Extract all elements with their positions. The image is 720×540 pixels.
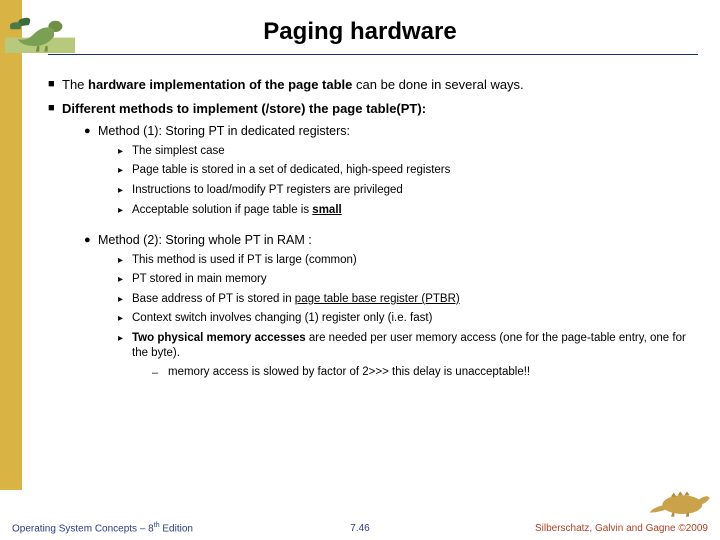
bullet-level1: ■ The hardware implementation of the pag…: [48, 76, 696, 94]
text-bold: Two physical memory accesses: [132, 332, 306, 344]
disc-bullet-icon: ●: [84, 232, 98, 249]
triangle-bullet-icon: ▸: [118, 203, 132, 219]
bullet-text: Method (2): Storing whole PT in RAM :: [98, 232, 696, 249]
title-underline: [48, 54, 698, 55]
bullet-text: Base address of PT is stored in page tab…: [132, 292, 696, 308]
footer-page-number: 7.46: [350, 523, 369, 534]
disc-bullet-icon: ●: [84, 123, 98, 140]
footer-left-post: Edition: [160, 523, 193, 534]
left-accent-band: [0, 0, 22, 490]
bullet-text: Page table is stored in a set of dedicat…: [132, 163, 696, 179]
bullet-text: PT stored in main memory: [132, 272, 696, 288]
bullet-text: The simplest case: [132, 144, 696, 160]
bullet-text: The hardware implementation of the page …: [62, 76, 696, 94]
slide-title: Paging hardware: [80, 18, 720, 46]
text-run: can be done in several ways.: [352, 77, 523, 92]
footer-left-pre: Operating System Concepts – 8: [12, 523, 154, 534]
bullet-text: Two physical memory accesses are needed …: [132, 331, 696, 362]
footer: Operating System Concepts – 8th Edition …: [0, 500, 720, 540]
dash-bullet-icon: –: [152, 365, 168, 382]
text-run: Acceptable solution if page table is: [132, 204, 312, 216]
bullet-level3: ▸ Instructions to load/modify PT registe…: [118, 183, 696, 199]
triangle-bullet-icon: ▸: [118, 144, 132, 160]
bullet-level1: ■ Different methods to implement (/store…: [48, 100, 696, 118]
bullet-level3: ▸ PT stored in main memory: [118, 272, 696, 288]
bullet-level4: – memory access is slowed by factor of 2…: [152, 365, 696, 382]
bullet-text: Acceptable solution if page table is sma…: [132, 203, 696, 219]
title-row: Paging hardware: [0, 6, 720, 58]
content-area: ■ The hardware implementation of the pag…: [48, 70, 696, 492]
bullet-text: Instructions to load/modify PT registers…: [132, 183, 696, 199]
dinosaur-left-icon: [0, 8, 80, 56]
bullet-level3: ▸ The simplest case: [118, 144, 696, 160]
triangle-bullet-icon: ▸: [118, 253, 132, 269]
text-underline: small: [312, 204, 341, 216]
bullet-text: Method (1): Storing PT in dedicated regi…: [98, 123, 696, 140]
text-run: Base address of PT is stored in: [132, 293, 295, 305]
triangle-bullet-icon: ▸: [118, 163, 132, 179]
bullet-level3: ▸ Acceptable solution if page table is s…: [118, 203, 696, 219]
square-bullet-icon: ■: [48, 100, 62, 118]
text-bold: hardware implementation of the page tabl…: [88, 77, 352, 92]
slide: Paging hardware ■ The hardware implement…: [0, 0, 720, 540]
bullet-level3: ▸ This method is used if PT is large (co…: [118, 253, 696, 269]
footer-copyright: Silberschatz, Galvin and Gagne ©2009: [535, 523, 708, 534]
triangle-bullet-icon: ▸: [118, 292, 132, 308]
triangle-bullet-icon: ▸: [118, 311, 132, 327]
footer-left: Operating System Concepts – 8th Edition: [12, 522, 193, 534]
square-bullet-icon: ■: [48, 76, 62, 94]
bullet-level3: ▸ Two physical memory accesses are neede…: [118, 331, 696, 362]
text-run: The: [62, 77, 88, 92]
text-underline: page table base register (PTBR): [295, 293, 460, 305]
bullet-text: memory access is slowed by factor of 2>>…: [168, 365, 696, 382]
triangle-bullet-icon: ▸: [118, 183, 132, 199]
bullet-level3: ▸ Context switch involves changing (1) r…: [118, 311, 696, 327]
triangle-bullet-icon: ▸: [118, 331, 132, 362]
bullet-text: This method is used if PT is large (comm…: [132, 253, 696, 269]
bullet-level3: ▸ Page table is stored in a set of dedic…: [118, 163, 696, 179]
bullet-level2: ● Method (2): Storing whole PT in RAM :: [84, 232, 696, 249]
bullet-level3: ▸ Base address of PT is stored in page t…: [118, 292, 696, 308]
bullet-level2: ● Method (1): Storing PT in dedicated re…: [84, 123, 696, 140]
bullet-text-bold: Different methods to implement (/store) …: [62, 100, 696, 118]
bullet-text: Context switch involves changing (1) reg…: [132, 311, 696, 327]
triangle-bullet-icon: ▸: [118, 272, 132, 288]
